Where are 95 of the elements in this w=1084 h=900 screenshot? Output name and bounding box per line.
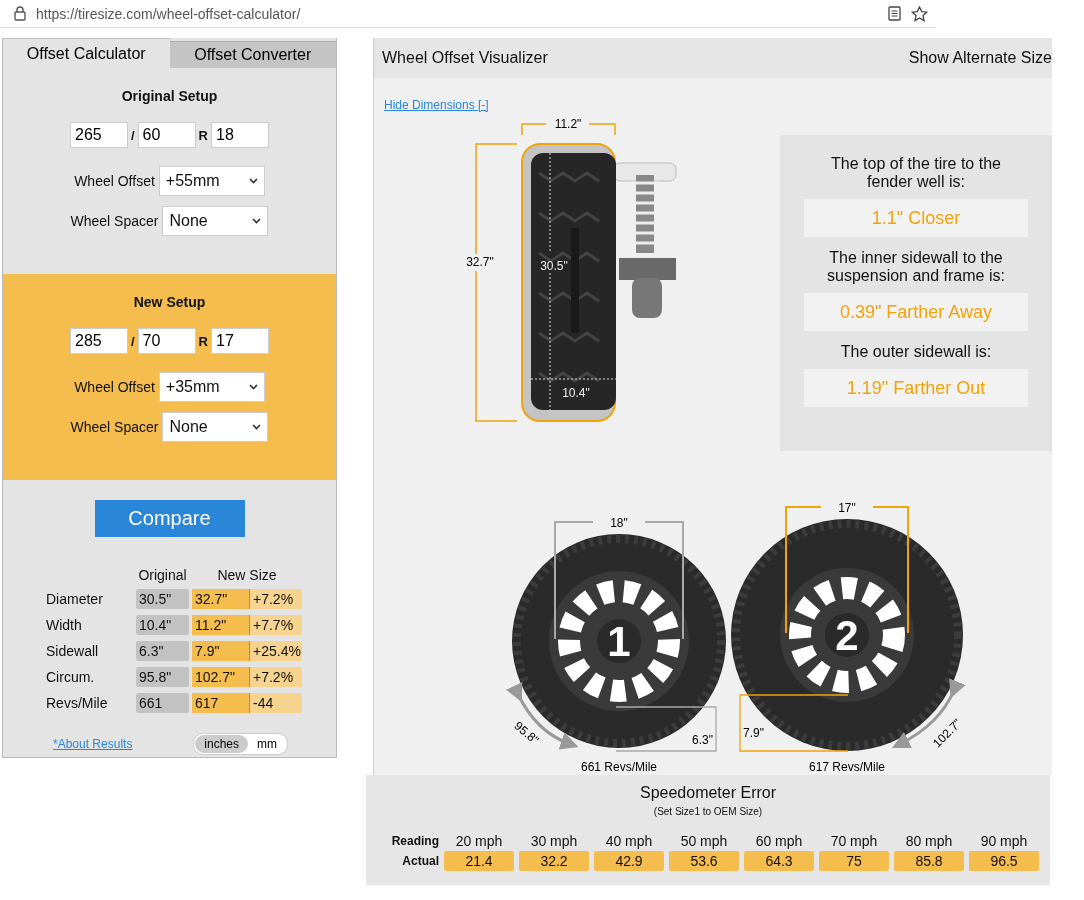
table-cell: 11.2"	[192, 615, 250, 635]
comparison-value: 1.19" Farther Out	[804, 369, 1028, 407]
table-cell: 32.2	[519, 851, 589, 871]
caret-icon	[252, 424, 262, 430]
revs-label: 661 Revs/Mile	[581, 760, 657, 774]
table-cell: +7.2%	[250, 667, 302, 687]
caret-icon	[248, 178, 258, 184]
table-cell: 85.8	[894, 851, 964, 871]
field-label: Wheel Offset	[74, 173, 155, 189]
table-cell: -44	[250, 693, 302, 713]
comparison-label: The inner sidewall to the suspension and frame is:	[826, 249, 1006, 285]
dimension-label: 32.7"	[466, 255, 494, 269]
alternate-size-link[interactable]: Show Alternate Size	[908, 49, 1052, 67]
section-title: Original Setup	[121, 88, 218, 104]
tire-width-input[interactable]: 265	[70, 122, 128, 148]
dimension-label: 7.9"	[743, 726, 764, 740]
column-header: Original	[137, 567, 188, 583]
speedometer-subtitle: (Set Size1 to OEM Size)	[653, 806, 763, 817]
table-cell-text: 90 mph	[979, 833, 1029, 849]
reader-view-icon[interactable]	[888, 6, 901, 21]
lock-icon	[14, 6, 26, 21]
table-cell: 661	[136, 693, 189, 713]
row-label: Reading	[390, 834, 439, 848]
table-cell: 42.9	[594, 851, 664, 871]
row-label: Sidewall	[45, 642, 100, 661]
rim-diameter-input[interactable]: 17	[211, 328, 269, 354]
compare-button[interactable]: Compare	[94, 500, 245, 537]
dimension-label: 11.2"	[554, 117, 582, 131]
dimension-label: 10.4"	[562, 386, 590, 400]
bookmark-star-icon[interactable]	[911, 5, 928, 22]
visualizer-title: Wheel Offset Visualizer	[382, 49, 548, 67]
field-label: Wheel Offset	[74, 379, 155, 395]
field-label: Wheel Spacer	[70, 213, 159, 229]
speedometer-title: Speedometer Error	[639, 784, 777, 802]
aspect-ratio-input[interactable]: 60	[137, 122, 196, 148]
unit-option[interactable]: inches	[195, 735, 248, 753]
table-cell: 75	[819, 851, 889, 871]
comparison-value: 1.1" Closer	[804, 199, 1028, 237]
table-cell-text: 60 mph	[754, 833, 804, 849]
table-cell: +25.4%	[250, 641, 302, 661]
table-cell-text: 20 mph	[454, 833, 504, 849]
slash-separator: /	[131, 333, 135, 349]
table-cell-text: 40 mph	[604, 833, 654, 849]
table-cell: 95.8"	[136, 667, 189, 687]
table-cell: 7.9"	[192, 641, 250, 661]
caret-icon	[248, 384, 258, 390]
address-bar[interactable]: https://tiresize.com/wheel-offset-calculator/	[36, 5, 878, 22]
caret-icon	[252, 218, 262, 224]
table-cell-text: 80 mph	[904, 833, 954, 849]
row-label: Diameter	[45, 590, 104, 609]
dimension-label: 17"	[838, 501, 856, 515]
tire-width-input[interactable]: 285	[70, 328, 128, 354]
table-cell: 64.3	[744, 851, 814, 871]
field-label: Wheel Spacer	[70, 419, 159, 435]
comparison-label: The outer sidewall is:	[839, 343, 993, 361]
table-cell: 96.5	[969, 851, 1039, 871]
rim-separator: R	[198, 333, 208, 349]
table-cell: 21.4	[444, 851, 514, 871]
wheel-spacer-dropdown[interactable]: None	[162, 412, 269, 442]
comparison-value: 0.39" Farther Away	[804, 293, 1028, 331]
tab[interactable]: Offset Converter	[169, 41, 336, 68]
rim-separator: R	[198, 127, 208, 143]
table-cell-text: 50 mph	[679, 833, 729, 849]
table-cell: 617	[192, 693, 250, 713]
wheel-number: 2	[835, 612, 859, 659]
aspect-ratio-input[interactable]: 70	[137, 328, 196, 354]
table-cell-text: 70 mph	[829, 833, 879, 849]
dimension-label: 30.5"	[540, 259, 568, 273]
section-title: New Setup	[133, 294, 206, 310]
dimension-label: 95.8"	[511, 718, 542, 748]
table-cell: +7.7%	[250, 615, 302, 635]
table-cell: 6.3"	[136, 641, 189, 661]
slash-separator: /	[131, 127, 135, 143]
comparison-label: The top of the tire to the fender well is:	[830, 155, 1002, 191]
column-header: New Size	[216, 567, 278, 583]
wheel-offset-dropdown[interactable]: +35mm	[158, 372, 265, 402]
table-cell: 102.7"	[192, 667, 250, 687]
row-label: Circum.	[45, 668, 96, 687]
unit-option[interactable]: mm	[248, 735, 286, 753]
table-cell: +7.2%	[250, 589, 302, 609]
table-cell-text: 30 mph	[529, 833, 579, 849]
wheel-spacer-dropdown[interactable]: None	[162, 206, 269, 236]
row-label: Actual	[401, 854, 439, 868]
table-cell: 30.5"	[136, 589, 189, 609]
table-cell: 32.7"	[192, 589, 250, 609]
revs-label: 617 Revs/Mile	[809, 760, 885, 774]
wheel-number: 1	[607, 618, 631, 665]
rim-diameter-input[interactable]: 18	[211, 122, 269, 148]
wheel-offset-dropdown[interactable]: +55mm	[158, 166, 265, 196]
table-cell: 10.4"	[136, 615, 189, 635]
row-label: Width	[45, 616, 83, 635]
table-cell: 53.6	[669, 851, 739, 871]
dimension-label: 6.3"	[692, 733, 713, 747]
dimension-label: 18"	[610, 516, 628, 530]
row-label: Revs/Mile	[45, 694, 109, 713]
